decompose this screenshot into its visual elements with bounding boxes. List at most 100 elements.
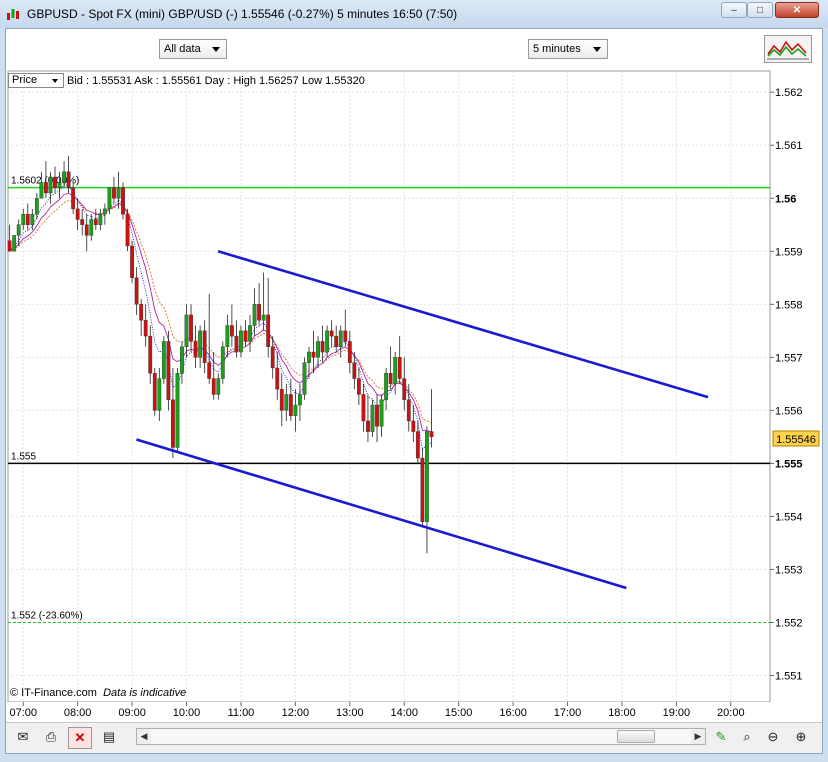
candle-body <box>261 314 266 321</box>
x-tick-label: 07:00 <box>9 707 37 719</box>
chevron-down-icon <box>52 79 58 83</box>
candle-body <box>134 277 139 305</box>
candle-body <box>175 373 180 448</box>
y-tick-label: 1.551 <box>775 670 803 682</box>
candle-body <box>202 330 207 363</box>
candle-body <box>375 404 379 427</box>
zoom-fit-icon[interactable]: ⌕ <box>736 727 758 747</box>
candle-body <box>325 330 330 353</box>
candle-body <box>21 213 26 225</box>
candle-body <box>93 219 98 225</box>
candle-body <box>98 213 103 225</box>
scroll-right-arrow[interactable]: ▶ <box>691 729 705 744</box>
y-tick-label: 1.557 <box>775 352 803 364</box>
candle-body <box>84 224 89 236</box>
candle-body <box>229 325 234 337</box>
scroll-thumb[interactable] <box>617 730 655 743</box>
candle-body <box>7 240 12 252</box>
candle-body <box>406 399 411 422</box>
y-tick-label: 1.56 <box>775 193 796 205</box>
x-tick-label: 19:00 <box>663 707 691 719</box>
candle-body <box>270 346 275 369</box>
candle-body <box>275 367 280 390</box>
draw-tools-icon[interactable]: ✎ <box>710 727 732 747</box>
x-tick-label: 17:00 <box>554 707 582 719</box>
candle-body <box>234 335 239 353</box>
candle-body <box>102 208 107 215</box>
bid-ask-info: Bid : 1.55531 Ask : 1.55561 Day : High 1… <box>67 75 365 87</box>
candle-body <box>89 219 94 236</box>
candle-body <box>311 351 316 358</box>
copyright-notice: © IT-Finance.com Data is indicative <box>10 687 186 699</box>
time-scrollbar[interactable]: ◀ ▶ <box>136 728 706 745</box>
price-tab-label: Price <box>12 74 38 86</box>
candle-body <box>343 330 348 342</box>
zoom-out-icon[interactable]: ⊖ <box>762 727 784 747</box>
candle-body <box>425 431 429 522</box>
candle-body <box>171 399 175 448</box>
y-tick-label: 1.554 <box>775 511 803 523</box>
x-tick-label: 10:00 <box>173 707 201 719</box>
last-price-label: 1.55546 <box>776 434 816 446</box>
candle-body <box>48 176 53 194</box>
candle-body <box>366 420 370 432</box>
candle-body <box>248 325 252 342</box>
candle-body <box>130 245 134 278</box>
y-tick-label: 1.555 <box>775 458 803 470</box>
candle-body <box>302 362 307 395</box>
candle-body <box>107 187 112 210</box>
candle-body <box>80 219 85 225</box>
candle-body <box>411 420 416 432</box>
candle-body <box>257 304 261 321</box>
x-tick-label: 11:00 <box>228 707 255 719</box>
candle-body <box>402 378 407 400</box>
x-tick-label: 16:00 <box>499 707 527 719</box>
candle-body <box>352 362 357 379</box>
candle-body <box>125 213 130 247</box>
candle-body <box>220 346 225 379</box>
candle-body <box>157 378 162 411</box>
y-tick-label: 1.556 <box>775 405 803 417</box>
x-tick-label: 13:00 <box>336 707 364 719</box>
y-tick-label: 1.553 <box>775 564 803 576</box>
candle-body <box>71 187 76 210</box>
candle-body <box>211 378 216 395</box>
print-icon[interactable]: ⎙ <box>40 727 62 747</box>
candle-body <box>252 304 257 326</box>
candle-body <box>198 330 203 358</box>
candle-body <box>284 394 289 411</box>
email-icon[interactable]: ✉ <box>12 727 34 747</box>
candle-body <box>379 399 384 427</box>
bottom-toolbar: ✉ ⎙ ✕ ▤ ◀ ▶ ✎ ⌕ ⊖ ⊕ <box>6 722 822 753</box>
candle-body <box>189 314 193 342</box>
zoom-in-icon[interactable]: ⊕ <box>790 727 812 747</box>
candle-body <box>307 351 311 363</box>
candle-body <box>298 394 302 406</box>
delete-drawings-icon[interactable]: ✕ <box>68 727 92 749</box>
x-tick-label: 12:00 <box>282 707 310 719</box>
candle-body <box>116 187 121 199</box>
price-tab[interactable]: Price <box>8 73 64 88</box>
candle-body <box>39 182 44 199</box>
candle-body <box>415 431 420 459</box>
candle-body <box>288 394 293 416</box>
candle-body <box>225 325 230 347</box>
y-tick-label: 1.559 <box>775 246 803 258</box>
candle-body <box>279 388 284 411</box>
clipboard-icon[interactable]: ▤ <box>98 727 120 747</box>
x-tick-label: 14:00 <box>390 707 418 719</box>
x-tick-label: 09:00 <box>118 707 146 719</box>
candle-body <box>338 330 343 347</box>
candle-body <box>57 182 62 188</box>
candle-body <box>34 198 39 215</box>
price-chart[interactable]: 1.562 1.561 1.56 1.559 1.558 1.557 1.556 1.555 1… <box>0 0 828 762</box>
candle-body <box>320 341 325 353</box>
candle-body <box>121 187 125 215</box>
y-tick-label: 1.562 <box>775 87 803 99</box>
candle-body <box>193 341 198 358</box>
scroll-left-arrow[interactable]: ◀ <box>137 729 151 744</box>
candle-body <box>166 341 171 400</box>
candle-body <box>180 346 184 374</box>
x-tick-label: 15:00 <box>445 707 473 719</box>
price-axis <box>770 71 822 702</box>
